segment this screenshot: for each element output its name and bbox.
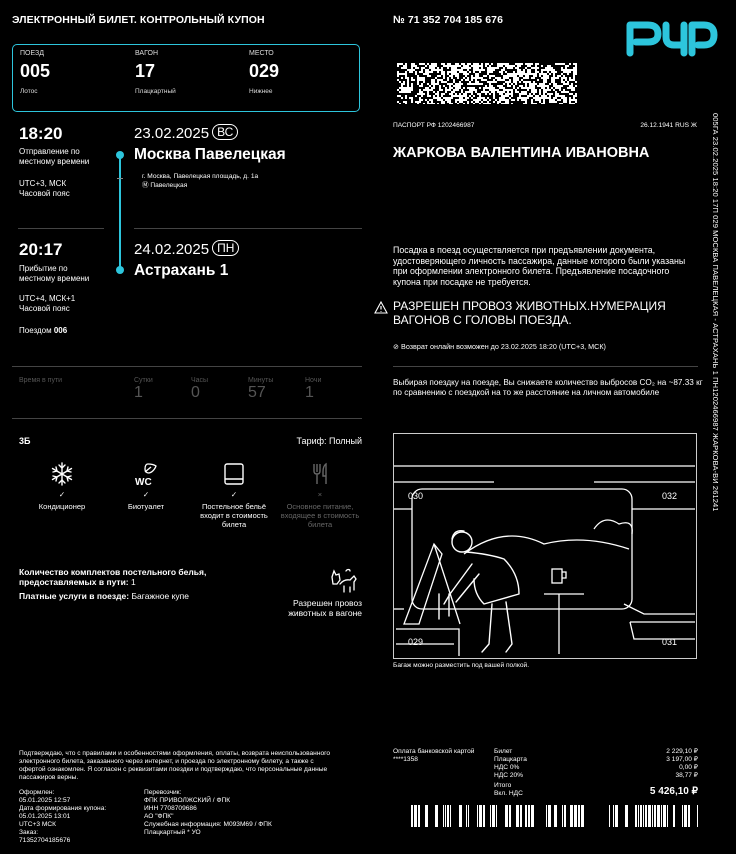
arrival-dot	[116, 266, 124, 274]
departure-time-note: Отправление по местному времени	[19, 147, 90, 166]
timeline-tick	[117, 178, 123, 179]
amenity-air-conditioning: ✓ Кондиционер	[22, 462, 102, 511]
paid-services: Платные услуги в поезде: Багажное купе	[19, 591, 190, 601]
bedding-info: Количество комплектов постельного белья,…	[19, 567, 207, 587]
minutes-label: Минуты	[248, 377, 274, 384]
boarding-note: Посадка в поезд осуществляется при предъ…	[393, 245, 686, 287]
seat-label: МЕСТО	[249, 50, 274, 57]
bedding-icon	[224, 463, 244, 485]
barcode-1d	[398, 805, 698, 827]
cross-icon: ×	[317, 490, 323, 499]
total-price: 5 426,10 ₽	[649, 786, 698, 797]
eco-note: Выбирая поездку на поезде, Вы снижаете к…	[393, 378, 703, 397]
amenity-biotoilet: WC ✓ Биотуалет	[106, 462, 186, 511]
price-breakdown: Билет 2 229,10 ₽ Плацкарта 3 197,00 ₽ НДС …	[494, 748, 698, 779]
warning-text: РАЗРЕШЕН ПРОВОЗ ЖИВОТНЫХ.НУМЕРАЦИЯ ВАГОН…	[393, 299, 666, 327]
days-value: 1	[134, 384, 143, 401]
passenger-name: ЖАРКОВА ВАЛЕНТИНА ИВАНОВНА	[393, 145, 650, 161]
arrival-weekday: ПН	[212, 240, 240, 256]
seat-030: 030	[408, 491, 424, 501]
departure-time: 18:20	[19, 124, 63, 143]
total-label: Итого Вкл. НДС	[494, 782, 523, 797]
pets-allowed-note: Разрешен провоз животных в вагоне	[288, 598, 362, 618]
minutes-value: 57	[248, 384, 266, 401]
divider	[12, 418, 362, 419]
duration-label: Время в пути	[19, 377, 63, 384]
seat-029: 029	[408, 637, 424, 647]
hours-label: Часы	[191, 377, 209, 384]
departure-timezone: UTC+3, МСК Часовой пояс	[19, 179, 70, 198]
train-name: Лотос	[20, 88, 38, 95]
nights-label: Ночи	[305, 377, 322, 384]
route-timeline	[119, 155, 121, 270]
departure-weekday: ВС	[212, 124, 239, 140]
arrival-time: 20:17	[19, 240, 63, 259]
car-number: 17	[135, 61, 156, 81]
service-class: 3Б	[19, 436, 31, 446]
issued-info: Оформлен: 05.01.2025 12:57 Дата формиров…	[19, 789, 107, 844]
seat-position: Нижнее	[249, 88, 273, 95]
passport: ПАСПОРТ РФ 1202466987	[393, 122, 475, 129]
days-label: Сутки	[134, 377, 153, 384]
arrival-time-note: Прибытие по местному времени	[19, 264, 90, 283]
document-title: ЭЛЕКТРОННЫЙ БИЛЕТ. КОНТРОЛЬНЫЙ КУПОН	[12, 14, 265, 26]
refund-deadline: ⊘ Возврат онлайн возможен до 23.02.2025 …	[393, 342, 606, 351]
train-info-box: ПОЕЗД 005 Лотос ВАГОН 17 Плацкартный МЕС…	[12, 44, 360, 112]
side-service-text: 005ГА 23.02.2025 18:20 17П 029 МОСКВА ПА…	[711, 113, 720, 512]
check-icon: ✓	[58, 490, 66, 499]
pet-icon	[328, 567, 360, 598]
return-train: Поездом 006	[19, 326, 68, 335]
metro-station: Ⓜ Павелецкая	[142, 182, 188, 189]
divider	[393, 366, 698, 367]
train-label: ПОЕЗД	[20, 50, 44, 57]
agreement-text: Подтверждаю, что с правилами и особеннос…	[19, 750, 331, 781]
departure-station: Москва Павелецкая	[134, 146, 286, 163]
luggage-caption: Багаж можно разместить под вашей полкой.	[393, 662, 530, 669]
check-icon: ✓	[142, 490, 150, 499]
payment-method: Оплата банковской картой ****1358	[393, 748, 475, 763]
seat-number: 029	[249, 61, 280, 81]
snowflake-icon	[51, 462, 73, 486]
rzd-logo	[622, 15, 718, 62]
car-type: Плацкартный	[135, 88, 176, 95]
car-label: ВАГОН	[135, 50, 159, 57]
car-illustration: 030 032 029 031	[393, 433, 697, 659]
check-icon: ✓	[230, 490, 238, 499]
hours-value: 0	[191, 384, 200, 401]
tariff: Тариф: Полный	[296, 436, 362, 446]
amenity-bedding: ✓ Постельное бельё входит в стоимость би…	[194, 462, 274, 529]
divider	[18, 228, 104, 229]
carrier-info: Перевозчик: ФПК ПРИВОЛЖСКИЙ / ФПК ИНН 77…	[144, 789, 272, 836]
arrival-station: Астрахань 1	[134, 262, 229, 279]
birth-info: 26.12.1941 RUS Ж	[640, 122, 697, 129]
svg-text:WC: WC	[135, 477, 152, 486]
arrival-timezone: UTC+4, МСК+1 Часовой пояс	[19, 294, 76, 313]
ticket-number: № 71 352 704 185 676	[393, 14, 504, 26]
amenity-meals: × Основное питание, входящее в стоимость…	[280, 462, 360, 529]
seat-031: 031	[662, 637, 678, 647]
divider	[12, 366, 362, 367]
seat-032: 032	[662, 491, 678, 501]
train-number: 005	[20, 61, 51, 81]
barcode-2d	[393, 63, 581, 105]
fork-knife-icon	[313, 462, 327, 484]
departure-address: г. Москва, Павелецкая площадь, д. 1а	[142, 173, 259, 180]
divider	[134, 228, 362, 229]
arrival-date: 24.02.2025 ПН	[134, 240, 240, 258]
departure-date: 23.02.2025 ВС	[134, 124, 239, 142]
wc-icon: WC	[135, 463, 157, 488]
nights-value: 1	[305, 384, 314, 401]
departure-dot	[116, 151, 124, 159]
warning-icon	[374, 300, 388, 319]
